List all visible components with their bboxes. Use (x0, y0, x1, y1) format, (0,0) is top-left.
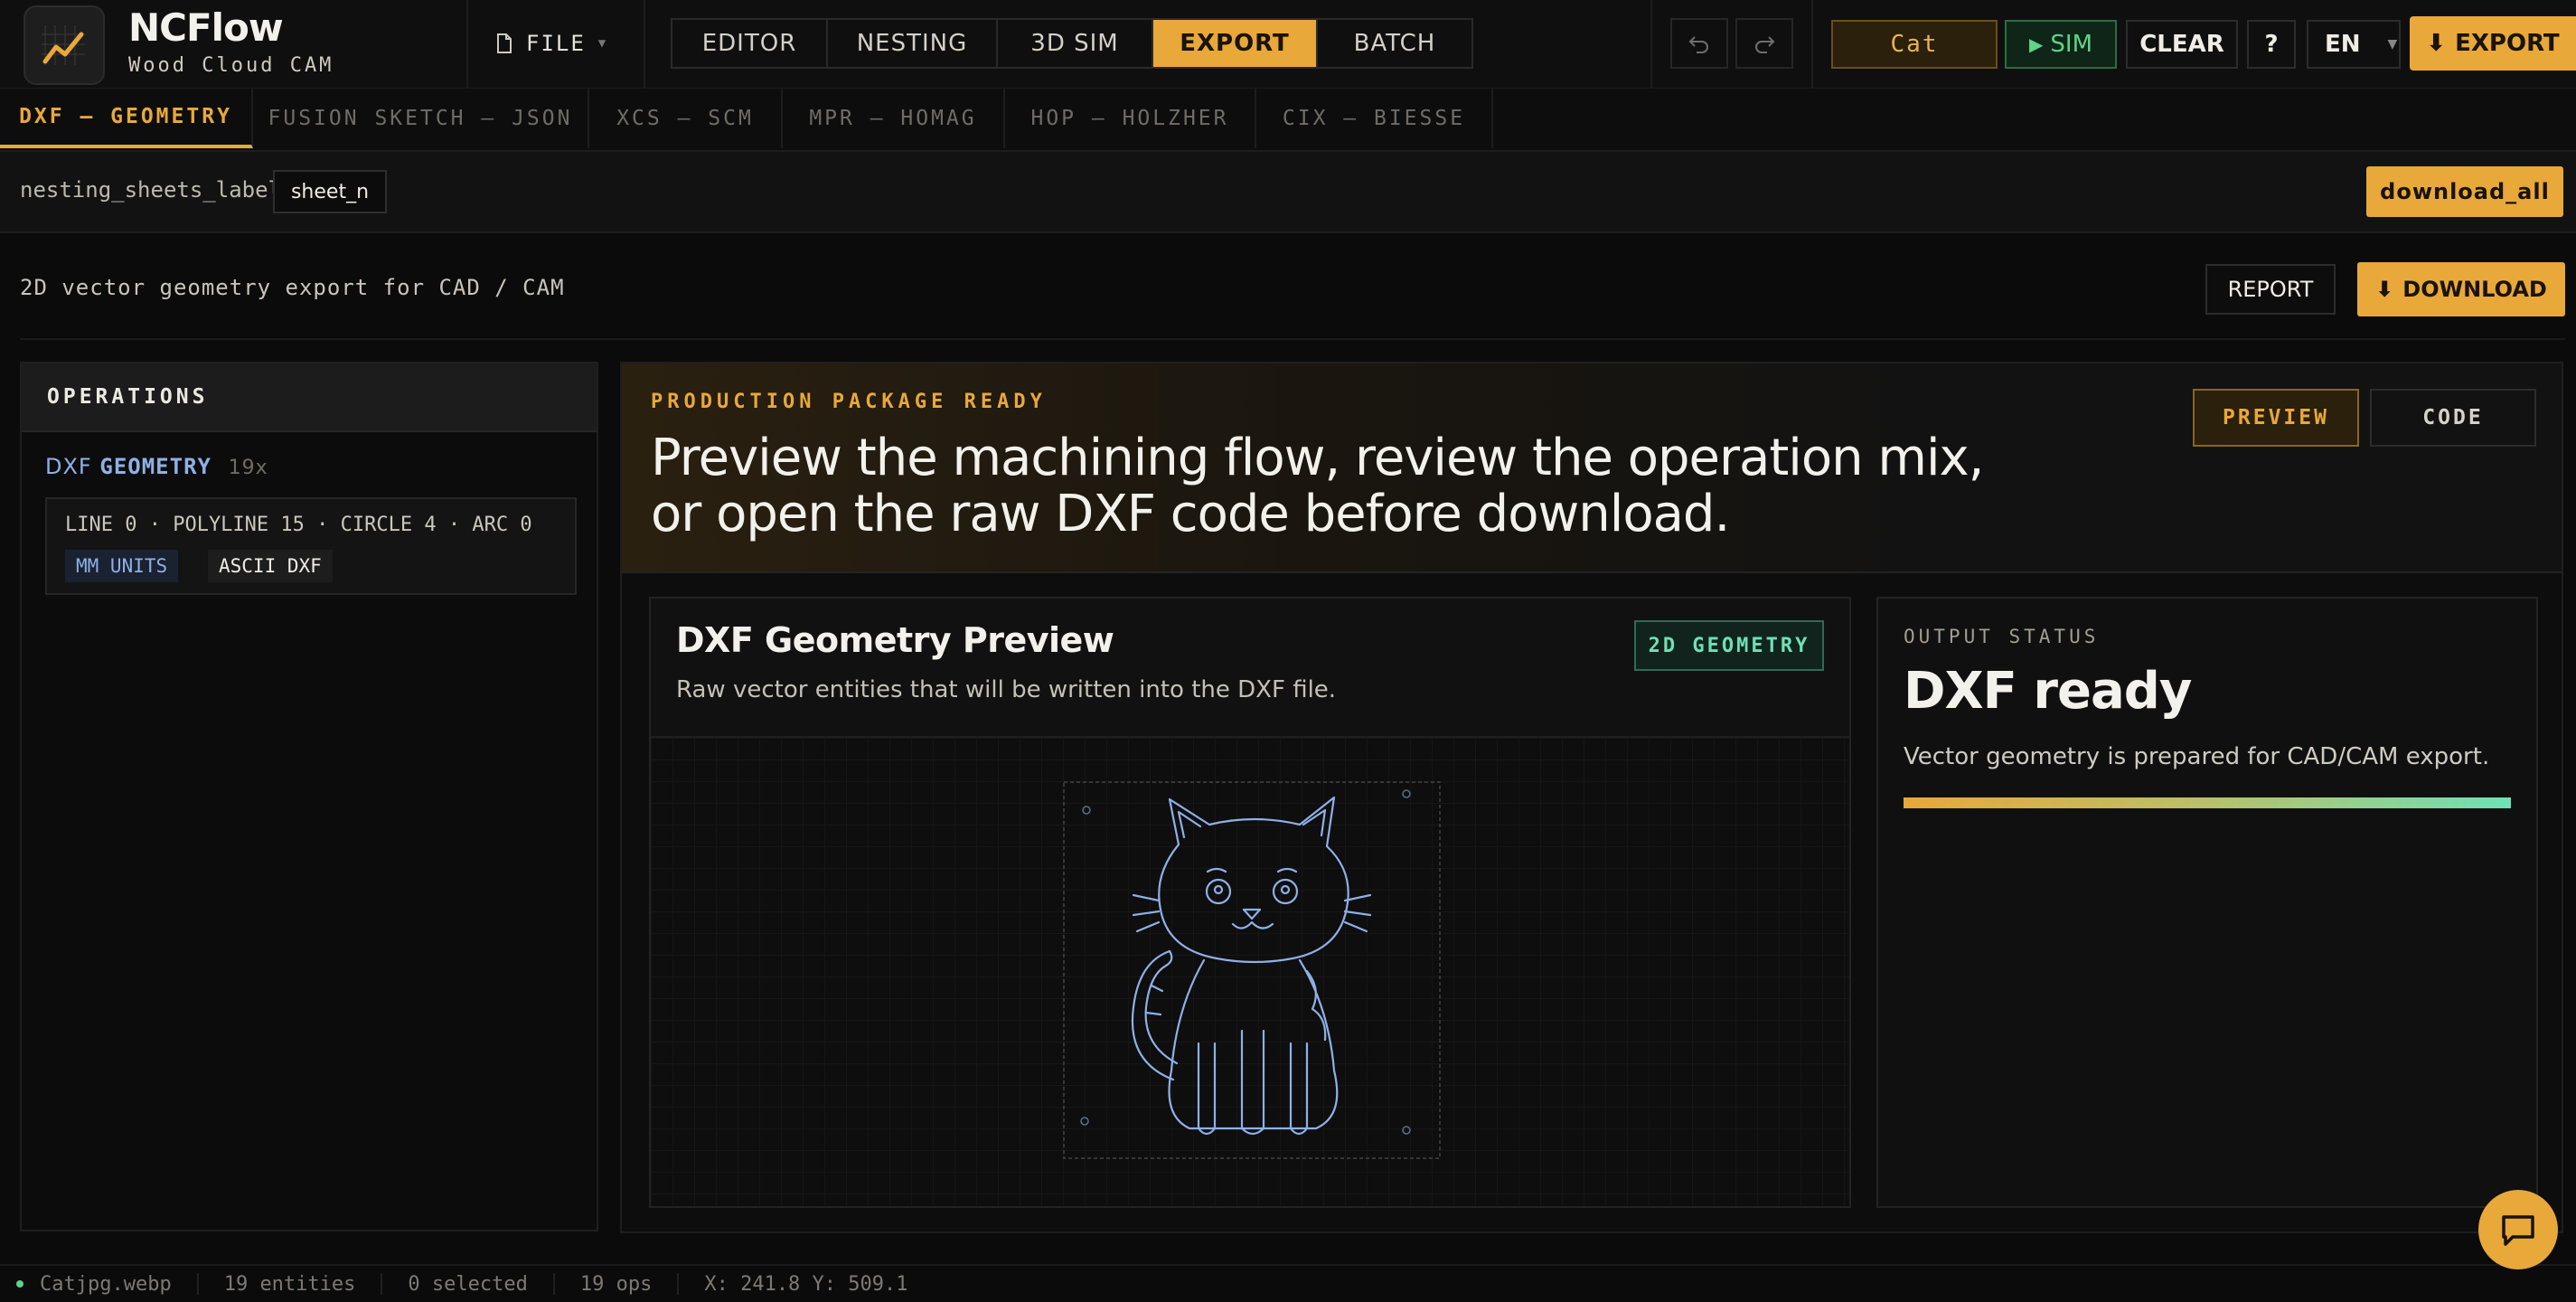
chart-trend-icon (42, 25, 85, 65)
divider (644, 0, 645, 88)
app-subtitle: Wood Cloud CAM (128, 54, 334, 77)
tab-editor[interactable]: EDITOR (672, 20, 828, 67)
format-tabs: DXF — GEOMETRY FUSION SKETCH — JSON XCS … (0, 89, 2576, 152)
status-title: DXF ready (1904, 662, 2192, 721)
operation-entity-stats: LINE 0 · POLYLINE 15 · CIRCLE 4 · ARC 0 (65, 514, 532, 536)
status-ops: 19 ops (555, 1273, 680, 1296)
file-menu[interactable]: FILE ▼ (495, 22, 607, 65)
download-arrow-icon: ⬇ (2375, 277, 2394, 302)
export-button[interactable]: ⬇ EXPORT (2410, 16, 2576, 71)
tab-export[interactable]: EXPORT (1153, 20, 1318, 67)
tab-nesting[interactable]: NESTING (828, 20, 998, 67)
status-text: Vector geometry is prepared for CAD/CAM … (1904, 743, 2490, 770)
operation-card[interactable]: LINE 0 · POLYLINE 15 · CIRCLE 4 · ARC 0 … (45, 497, 577, 595)
banner-kicker: PRODUCTION PACKAGE READY (651, 391, 1047, 413)
export-label: EXPORT (2455, 30, 2560, 57)
report-button[interactable]: REPORT (2205, 264, 2336, 315)
export-main-panel: PRODUCTION PACKAGE READY Preview the mac… (620, 362, 2563, 1233)
status-selected: 0 selected (382, 1273, 555, 1296)
status-file: Catjpg.webp (24, 1273, 199, 1296)
document-icon (497, 33, 512, 53)
geometry-badge: 2D GEOMETRY (1634, 620, 1824, 671)
format-tab-hop[interactable]: HOP — HOLZHER (1005, 89, 1256, 148)
redo-button[interactable] (1735, 18, 1793, 69)
help-button[interactable]: ? (2247, 20, 2296, 69)
download-all-button[interactable]: download_all (2366, 166, 2563, 217)
status-bar: Catjpg.webp 19 entities 0 selected 19 op… (0, 1264, 2576, 1302)
nesting-sheets-row: nesting_sheets_label sheet_n download_al… (0, 152, 2576, 233)
format-tab-fusion[interactable]: FUSION SKETCH — JSON (253, 89, 589, 148)
dxf-preview-canvas[interactable] (651, 738, 1849, 1206)
output-status-card: OUTPUT STATUS DXF ready Vector geometry … (1876, 597, 2538, 1208)
export-progress-bar (1904, 797, 2511, 808)
operations-panel: OPERATIONS DXF GEOMETRY 19x LINE 0 · POL… (20, 362, 598, 1231)
app-name: NCFlow (128, 5, 284, 50)
language-select[interactable]: EN ▼ (2307, 20, 2401, 69)
operations-title: OPERATIONS (22, 363, 597, 432)
nesting-sheets-label: nesting_sheets_label (20, 177, 281, 203)
chevron-down-icon: ▼ (597, 36, 608, 51)
operation-name-prefix: DXF (45, 454, 92, 479)
export-progress-fill (1904, 797, 2511, 808)
download-arrow-icon: ⬇ (2426, 30, 2447, 57)
app-logo[interactable] (24, 5, 105, 85)
status-coordinates: X: 241.8 Y: 509.1 (704, 1272, 908, 1296)
operation-name-rest: GEOMETRY (99, 454, 212, 479)
divider (1811, 0, 1813, 88)
download-label: DOWNLOAD (2402, 277, 2547, 302)
chat-button[interactable] (2478, 1190, 2558, 1269)
chat-bubble-icon (2502, 1215, 2534, 1246)
format-chip: ASCII DXF (208, 550, 333, 582)
export-description: 2D vector geometry export for CAD / CAM (20, 275, 565, 300)
operation-name[interactable]: DXF GEOMETRY 19x (45, 454, 268, 479)
undo-icon (1688, 36, 1708, 53)
mode-tabs: EDITOR NESTING 3D SIM EXPORT BATCH (671, 18, 1473, 69)
preview-subtitle: Raw vector entities that will be written… (676, 676, 1337, 703)
banner-headline: Preview the machining flow, review the o… (651, 429, 1984, 543)
format-tab-dxf[interactable]: DXF — GEOMETRY (0, 89, 253, 148)
divider (466, 0, 468, 88)
sim-button[interactable]: ▶ SIM (2005, 20, 2117, 69)
undo-button[interactable] (1670, 18, 1728, 69)
cat-outline-drawing[interactable] (1063, 781, 1441, 1161)
preview-toggle-button[interactable]: PREVIEW (2193, 389, 2359, 447)
format-tab-mpr[interactable]: MPR — HOMAG (783, 89, 1005, 148)
operation-count: 19x (228, 457, 268, 479)
language-label: EN (2325, 31, 2361, 58)
dxf-preview-card: DXF Geometry Preview Raw vector entities… (649, 597, 1851, 1208)
file-menu-label: FILE (526, 31, 586, 56)
clear-button[interactable]: CLEAR (2126, 20, 2238, 69)
divider (20, 338, 2565, 340)
code-toggle-button[interactable]: CODE (2370, 389, 2536, 447)
status-entities: 19 entities (199, 1273, 383, 1296)
redo-icon (1755, 36, 1775, 53)
status-dot-icon (16, 1280, 24, 1288)
status-kicker: OUTPUT STATUS (1904, 626, 2100, 647)
chevron-down-icon: ▼ (2387, 37, 2398, 52)
download-button[interactable]: ⬇ DOWNLOAD (2357, 262, 2565, 316)
sheet-chip[interactable]: sheet_n (273, 170, 387, 213)
project-name-button[interactable]: Cat (1831, 20, 1998, 69)
tab-3d-sim[interactable]: 3D SIM (998, 20, 1153, 67)
sim-label: SIM (2050, 31, 2092, 58)
divider (1650, 0, 1652, 88)
production-banner: PRODUCTION PACKAGE READY Preview the mac… (622, 363, 2562, 573)
top-bar: NCFlow Wood Cloud CAM FILE ▼ EDITOR NEST… (0, 0, 2576, 90)
play-icon: ▶ (2029, 33, 2044, 55)
preview-title: DXF Geometry Preview (676, 620, 1114, 660)
format-tab-cix[interactable]: CIX — BIESSE (1256, 89, 1493, 148)
units-chip: MM UNITS (65, 550, 179, 582)
format-tab-xcs[interactable]: XCS — SCM (589, 89, 783, 148)
tab-batch[interactable]: BATCH (1318, 20, 1471, 67)
